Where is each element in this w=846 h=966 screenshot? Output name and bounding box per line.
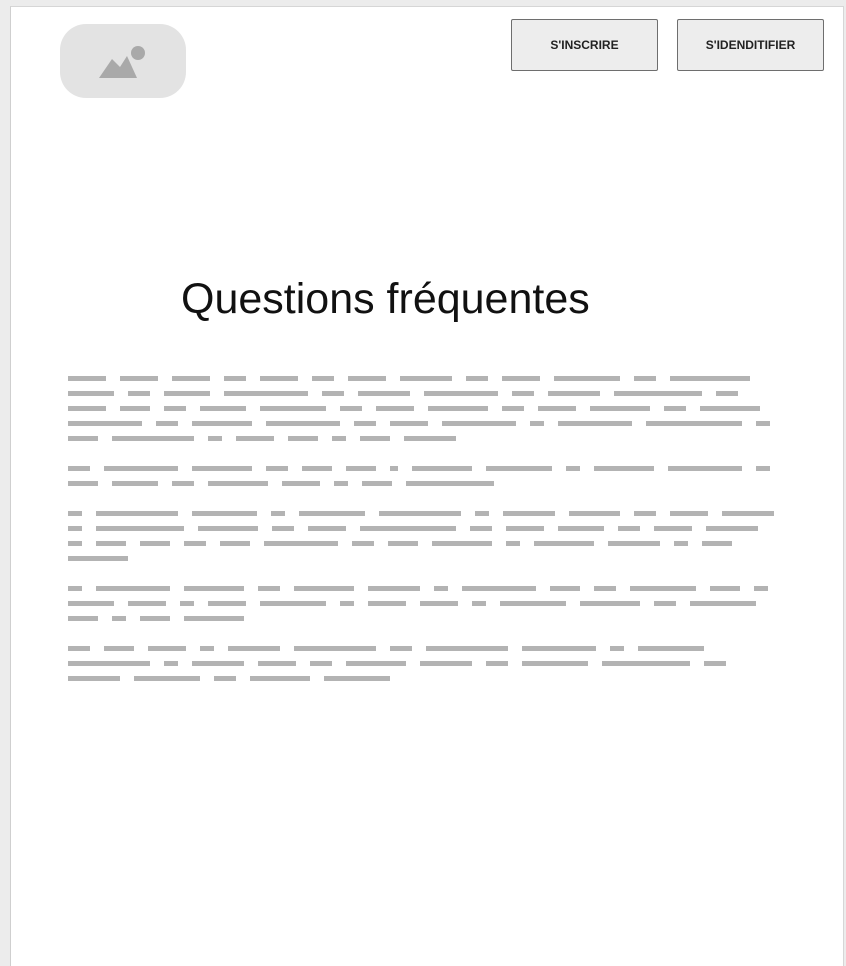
text-line (68, 551, 788, 566)
text-line (68, 521, 788, 536)
text-line (68, 536, 788, 551)
faq-paragraph (68, 506, 788, 566)
text-line (68, 431, 788, 446)
faq-paragraph (68, 641, 788, 686)
text-line (68, 656, 788, 671)
page-title: Questions fréquentes (181, 275, 590, 323)
text-line (68, 611, 788, 626)
page: S'INSCRIRE S'IDENDITIFIER Questions fréq… (10, 6, 844, 966)
text-line (68, 506, 788, 521)
text-line (68, 416, 788, 431)
text-line (68, 386, 788, 401)
login-button[interactable]: S'IDENDITIFIER (677, 19, 824, 71)
faq-paragraph (68, 461, 788, 491)
text-line (68, 401, 788, 416)
text-line (68, 671, 788, 686)
text-line (68, 596, 788, 611)
logo-placeholder[interactable] (60, 24, 186, 98)
faq-paragraph (68, 371, 788, 446)
faq-paragraph (68, 581, 788, 626)
register-button[interactable]: S'INSCRIRE (511, 19, 658, 71)
faq-text-block (68, 371, 788, 701)
text-line (68, 581, 788, 596)
text-line (68, 641, 788, 656)
text-line (68, 461, 788, 476)
text-line (68, 476, 788, 491)
image-placeholder-icon (99, 46, 145, 78)
text-line (68, 371, 788, 386)
